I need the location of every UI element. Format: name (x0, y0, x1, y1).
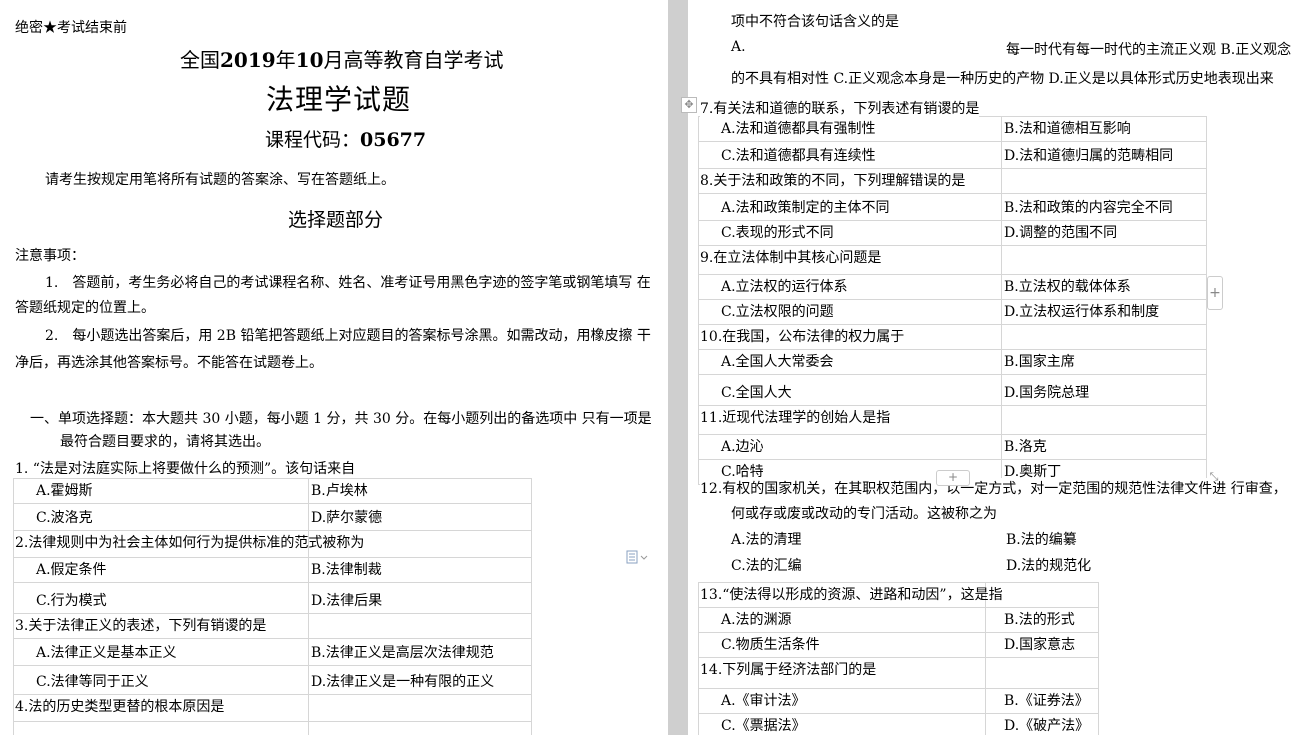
exam-month: 10 (295, 48, 324, 72)
subject-title: 法理学试题 (266, 83, 412, 116)
note-2-line-1: 2. 每小题选出答案后，用 2B 铅笔把答题纸上对应题目的答案标号涂黑。如需改动… (45, 328, 651, 344)
part-one-line-2: 最符合题目要求的，请将其选出。 (60, 434, 270, 450)
question-12-line-1: 12.有权的国家机关，在其职权范围内，以一定方式，对一定范围的规范性法律文件进 … (700, 478, 1287, 498)
question-12-line-2: 何或存或废或改动的专门活动。这被称之为 (731, 506, 997, 522)
page-left: 绝密★考试结束前 全国2019年10月高等教育自学考试 法理学试题 课程代码：0… (0, 0, 668, 735)
section-title: 选择题部分 (288, 209, 384, 231)
table-cell-empty (985, 657, 1099, 689)
question-10-stem: 10.在我国，公布法律的权力属于 (698, 324, 1002, 350)
instruction: 请考生按规定用笔将所有试题的答案涂、写在答题纸上。 (45, 172, 395, 188)
question-3-stem: 3.关于法律正义的表述，下列有销谡的是 (13, 613, 309, 639)
questions-table-left: A.霍姆斯 B.卢埃林 C.波洛克 D.萨尔蒙德 2.法律规则中为社会主体如何行为提… (13, 478, 532, 735)
exam-title-pre: 全国 (180, 48, 220, 72)
exam-title-mid: 年 (275, 48, 296, 72)
q14-option-c: C.《票据法》 (698, 713, 986, 735)
notes-title: 注意事项： (15, 248, 85, 264)
q3-option-d: D.法律正义是一种有限的正义 (308, 665, 532, 695)
q1-option-d: D.萨尔蒙德 (308, 503, 532, 531)
course-code-value: 05677 (360, 129, 427, 151)
q9-option-c: C.立法权限的问题 (698, 299, 1002, 325)
secret-label: 绝密★考试结束前 (15, 20, 127, 36)
table-cell-empty (1001, 324, 1207, 350)
exam-year: 2019 (220, 48, 276, 72)
q13-option-a: A.法的渊源 (698, 607, 986, 633)
note-1-line-1: 1. 答题前，考生务必将自己的考试课程名称、姓名、准考证号用黑色字迹的签字笔或钢… (45, 275, 651, 291)
q1-option-a: A.霍姆斯 (13, 478, 309, 504)
q11-option-a: A.边沁 (698, 434, 1002, 460)
q3-option-c: C.法律等同于正义 (13, 665, 309, 695)
question-4-stem: 4.法的历史类型更替的根本原因是 (13, 694, 309, 722)
q13-option-d: D.国家意志 (985, 632, 1099, 658)
question-2-stem: 2.法律规则中为社会主体如何行为提供标准的范式被称为 (13, 530, 364, 558)
table-cell-empty (308, 694, 532, 722)
q9-option-a: A.立法权的运行体系 (698, 274, 1002, 300)
question-6-option-a-label: A. (731, 39, 746, 55)
q12-option-d: D.法的规范化 (1006, 558, 1092, 574)
question-1-stem: 1. “法是对法庭实际上将要做什么的预测”。该句话来自 (15, 461, 356, 477)
q14-option-d: D.《破产法》 (985, 713, 1099, 735)
exam-title-post: 月高等教育自学考试 (323, 48, 504, 72)
questions-table-right-top: A.法和道德都具有强制性 B.法和道德相互影响 C.法和道德都具有连续性 D.法和道… (698, 116, 1207, 485)
q14-option-a: A.《审计法》 (698, 688, 986, 714)
question-9-stem: 9.在立法体制中其核心问题是 (698, 245, 1002, 275)
q1-option-c: C.波洛克 (13, 503, 309, 531)
q10-option-a: A.全国人大常委会 (698, 349, 1002, 375)
table-cell-empty (1001, 168, 1207, 194)
page-right: 项中不符合该句话含义的是 A. 每一时代有每一时代的主流正义观 B.正义观念 的… (688, 0, 1300, 735)
q3-option-b: B.法律正义是高层次法律规范 (308, 638, 532, 666)
q1-option-b: B.卢埃林 (308, 478, 532, 504)
q10-option-b: B.国家主席 (1001, 349, 1207, 375)
q10-option-c: C.全国人大 (698, 374, 1002, 406)
exam-title: 全国2019年10月高等教育自学考试 (180, 44, 504, 73)
q13-option-b: B.法的形式 (985, 607, 1099, 633)
table-resize-icon[interactable]: ⤡ (1207, 470, 1221, 484)
table-cell-empty (308, 613, 532, 639)
document-icon[interactable] (626, 550, 648, 568)
table-cell-empty (13, 721, 309, 735)
q12-option-a: A.法的清理 (731, 532, 802, 548)
q7-option-c: C.法和道德都具有连续性 (698, 141, 1002, 169)
q13-option-c: C.物质生活条件 (698, 632, 986, 658)
q12-option-b: B.法的编纂 (1006, 532, 1077, 548)
q7-option-d: D.法和道德归属的范畴相同 (1001, 141, 1207, 169)
q7-option-a: A.法和道德都具有强制性 (698, 116, 1002, 142)
add-column-plus-icon[interactable]: + (1207, 276, 1223, 310)
table-move-handle-icon[interactable]: ✥ (681, 97, 697, 113)
question-6-cont-line-2: 每一时代有每一时代的主流正义观 B.正义观念 (1006, 42, 1292, 58)
question-8-stem: 8.关于法和政策的不同，下列理解错误的是 (698, 168, 1002, 194)
q9-option-b: B.立法权的载体体系 (1001, 274, 1207, 300)
question-6-cont-line-1: 项中不符合该句话含义的是 (731, 14, 899, 30)
q2-option-d: D.法律后果 (308, 582, 532, 614)
q2-option-c: C.行为模式 (13, 582, 309, 614)
question-11-stem: 11.近现代法理学的创始人是指 (698, 405, 1002, 435)
q8-option-b: B.法和政策的内容完全不同 (1001, 193, 1207, 221)
q8-option-a: A.法和政策制定的主体不同 (698, 193, 1002, 221)
questions-table-right-bottom: 13.“使法得以形成的资源、进路和动因”，这是指 A.法的渊源 B.法的形式 C.… (698, 582, 1099, 735)
q10-option-d: D.国务院总理 (1001, 374, 1207, 406)
q14-option-b: B.《证券法》 (985, 688, 1099, 714)
q11-option-b: B.洛克 (1001, 434, 1207, 460)
q2-option-b: B.法律制裁 (308, 557, 532, 583)
q7-option-b: B.法和道德相互影响 (1001, 116, 1207, 142)
q2-option-a: A.假定条件 (13, 557, 309, 583)
note-1-line-2: 答题纸规定的位置上。 (15, 300, 155, 316)
part-one-line-1: 一、单项选择题：本大题共 30 小题，每小题 1 分，共 30 分。在每小题列出… (30, 411, 652, 427)
question-6-cont-line-3: 的不具有相对性 C.正义观念本身是一种历史的产物 D.正义是以具体形式历史地表现… (731, 71, 1274, 87)
q9-option-d: D.立法权运行体系和制度 (1001, 299, 1207, 325)
table-cell-empty (1001, 405, 1207, 435)
q8-option-d: D.调整的范围不同 (1001, 220, 1207, 246)
question-7-stem: 7.有关法和道德的联系，下列表述有销谡的是 (700, 98, 980, 118)
q12-option-c: C.法的汇编 (731, 558, 802, 574)
q3-option-a: A.法律正义是基本正义 (13, 638, 309, 666)
q8-option-c: C.表现的形式不同 (698, 220, 1002, 246)
note-2-line-2: 净后，再选涂其他答案标号。不能答在试题卷上。 (15, 355, 323, 371)
question-14-stem: 14.下列属于经济法部门的是 (698, 657, 986, 689)
course-code-label: 课程代码： (265, 129, 361, 151)
table-cell-empty (1001, 245, 1207, 275)
add-row-plus-icon[interactable]: + (936, 470, 970, 486)
course-code: 课程代码：05677 (265, 125, 426, 152)
table-cell-empty (308, 721, 532, 735)
question-13-stem: 13.“使法得以形成的资源、进路和动因”，这是指 (698, 582, 1003, 608)
